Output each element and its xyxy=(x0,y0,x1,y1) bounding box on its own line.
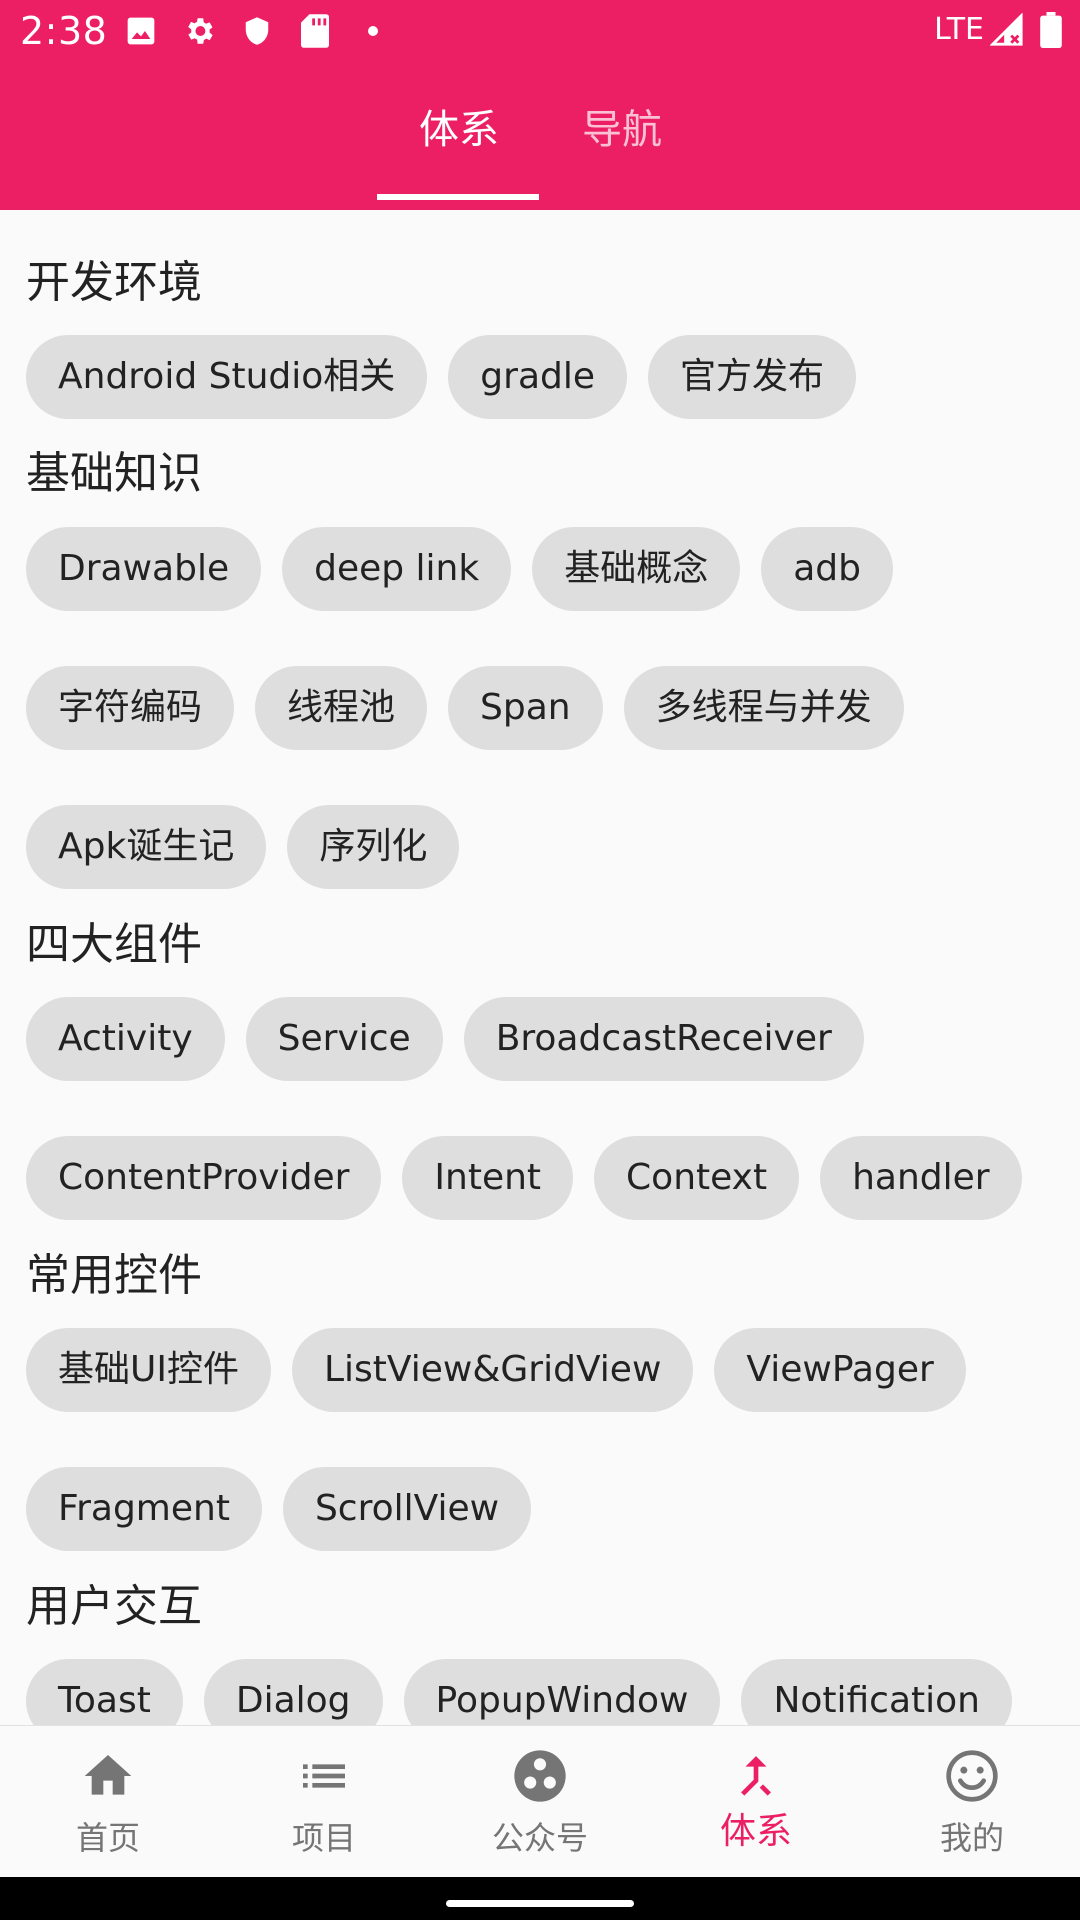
chip[interactable]: Activity xyxy=(26,997,225,1081)
dots-circle-icon xyxy=(514,1750,566,1802)
chip[interactable]: Toast xyxy=(26,1659,183,1725)
shield-icon xyxy=(240,14,274,48)
gesture-bar xyxy=(0,1877,1080,1920)
section-title: 四大组件 xyxy=(26,919,202,970)
tab-indicator xyxy=(377,194,539,200)
status-bar: 2:38 LTE xyxy=(0,0,1080,62)
nav-item-home[interactable]: 首页 xyxy=(0,1726,216,1878)
chip-row: Android Studio相关 gradle 官方发布 xyxy=(26,335,877,419)
nav-label: 公众号 xyxy=(491,1819,588,1857)
chip[interactable]: Service xyxy=(245,997,443,1081)
dot-icon xyxy=(356,14,390,48)
section-title: 常用控件 xyxy=(26,1250,202,1301)
nav-label: 体系 xyxy=(719,1811,792,1852)
chip[interactable]: Span xyxy=(448,666,603,750)
chip[interactable]: Intent xyxy=(402,1136,574,1220)
chip[interactable]: handler xyxy=(820,1136,1022,1220)
chip[interactable]: 多线程与并发 xyxy=(623,666,904,750)
nav-label: 我的 xyxy=(939,1819,1004,1857)
chip[interactable]: Notification xyxy=(741,1659,1012,1725)
chip[interactable]: 基础UI控件 xyxy=(26,1328,271,1412)
chip[interactable]: Android Studio相关 xyxy=(26,335,428,419)
signal-icon xyxy=(990,13,1023,46)
chip-row: Activity Service BroadcastReceiver xyxy=(26,997,885,1081)
tab-system[interactable]: 体系 xyxy=(419,102,499,158)
chip[interactable]: 字符编码 xyxy=(26,666,235,750)
chip[interactable]: Drawable xyxy=(26,527,262,611)
section-title: 用户交互 xyxy=(26,1581,202,1632)
list-icon xyxy=(303,1764,345,1788)
chip[interactable]: ViewPager xyxy=(714,1328,966,1412)
sd-card-icon xyxy=(298,14,332,48)
chip[interactable]: 序列化 xyxy=(287,805,460,889)
status-right: LTE xyxy=(934,12,1062,48)
network-type: LTE xyxy=(934,12,984,47)
system-content[interactable]: 开发环境 Android Studio相关 gradle 官方发布 基础知识 D… xyxy=(0,210,1080,1725)
home-icon xyxy=(84,1755,132,1795)
chip[interactable]: ScrollView xyxy=(282,1467,532,1551)
top-app-bar: 2:38 LTE 体系 导航 xyxy=(0,0,1080,210)
chip[interactable]: PopupWindow xyxy=(403,1659,721,1725)
chip-row: Drawable deep link 基础概念 adb xyxy=(26,527,914,611)
chip[interactable]: Apk诞生记 xyxy=(26,805,267,889)
chip[interactable]: deep link xyxy=(282,527,512,611)
chip-row: Fragment ScrollView xyxy=(26,1467,552,1551)
chip-row: Toast Dialog PopupWindow Notification xyxy=(26,1659,1033,1725)
nav-item-system[interactable]: 体系 xyxy=(648,1726,864,1878)
nav-item-projects[interactable]: 项目 xyxy=(216,1726,432,1878)
chip[interactable]: 官方发布 xyxy=(648,335,857,419)
nav-label: 项目 xyxy=(291,1819,356,1857)
chip[interactable]: 线程池 xyxy=(255,666,428,750)
home-gesture-handle[interactable] xyxy=(446,1900,634,1907)
battery-icon xyxy=(1040,12,1062,48)
chip[interactable]: BroadcastReceiver xyxy=(463,997,864,1081)
chip-row: 基础UI控件 ListView&GridView ViewPager xyxy=(26,1328,987,1412)
chip[interactable]: adb xyxy=(761,527,893,611)
bottom-navigation: 首页 项目 公众号 体系 我的 xyxy=(0,1725,1080,1877)
chip-row: 字符编码 线程池 Span 多线程与并发 xyxy=(26,666,925,750)
notification-icons xyxy=(124,14,414,48)
gear-icon xyxy=(182,14,216,48)
chip[interactable]: 基础概念 xyxy=(532,527,741,611)
chip[interactable]: Context xyxy=(594,1136,800,1220)
chip[interactable]: ListView&GridView xyxy=(291,1328,694,1412)
app-root: 2:38 LTE 体系 导航 开发环境 Android Studio相关 gra… xyxy=(0,0,1080,1920)
nav-item-mine[interactable]: 我的 xyxy=(864,1726,1080,1878)
status-time: 2:38 xyxy=(20,9,108,53)
section-title: 基础知识 xyxy=(26,448,202,499)
image-icon xyxy=(124,14,158,48)
smiley-icon xyxy=(946,1750,998,1802)
tab-bar: 体系 导航 xyxy=(0,62,1080,210)
chip[interactable]: gradle xyxy=(448,335,628,419)
nav-label: 首页 xyxy=(75,1819,140,1857)
chip-row: Apk诞生记 序列化 xyxy=(26,805,480,889)
chip[interactable]: Fragment xyxy=(26,1467,262,1551)
chip-row: ContentProvider Intent Context handler xyxy=(26,1136,1043,1220)
tab-navigation[interactable]: 导航 xyxy=(582,102,662,158)
section-title: 开发环境 xyxy=(26,257,202,308)
nav-item-official-accounts[interactable]: 公众号 xyxy=(432,1726,648,1878)
chip[interactable]: Dialog xyxy=(203,1659,383,1725)
chip[interactable]: ContentProvider xyxy=(26,1136,382,1220)
merge-arrow-icon xyxy=(741,1756,771,1796)
